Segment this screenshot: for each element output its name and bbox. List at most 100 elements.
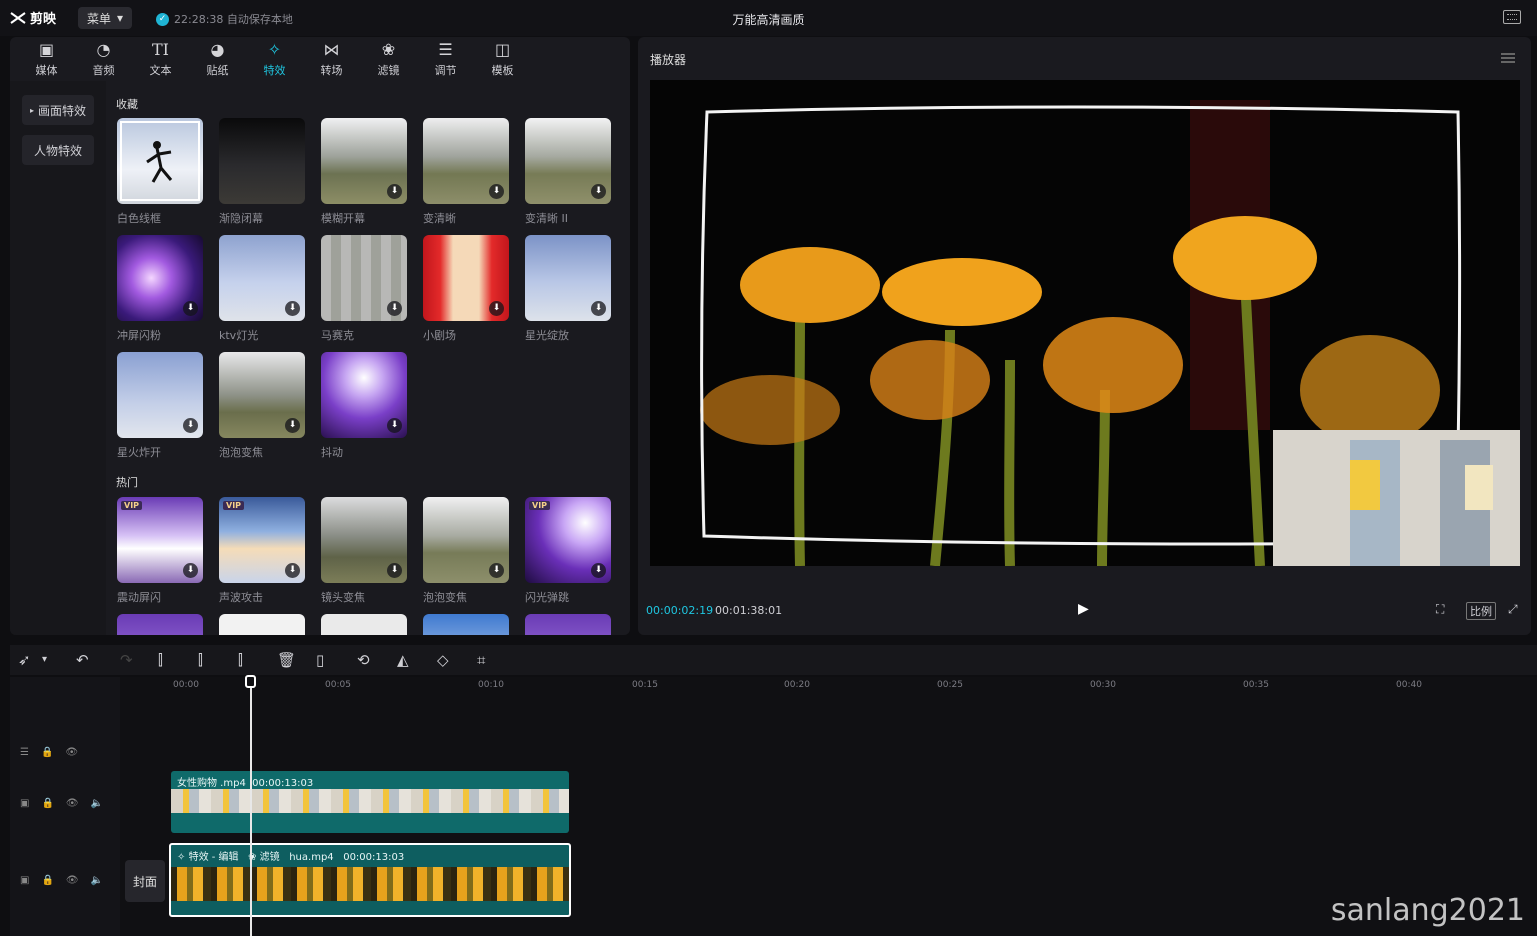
effect-card[interactable]: ⬇ 模糊开幕 (321, 118, 407, 226)
effect-card[interactable]: VIP ⬇ 震动屏闪 (117, 497, 203, 605)
fullscreen-crop-icon[interactable]: ⛶ (1436, 602, 1444, 617)
tab-audio[interactable]: ◔ 音频 (75, 37, 132, 81)
download-icon[interactable]: ⬇ (183, 418, 198, 433)
download-icon[interactable]: ⬇ (489, 563, 504, 578)
split-right-icon[interactable]: ⫿ (238, 651, 243, 669)
reverse-icon[interactable]: ⟲ (357, 651, 370, 669)
effect-thumbnail (423, 614, 509, 635)
cover-button[interactable]: 封面 (125, 860, 165, 902)
expand-icon[interactable]: ⤢ (1508, 602, 1518, 617)
delete-icon[interactable]: 🗑 (277, 651, 296, 669)
effect-card[interactable]: ⬇ ktv灯光 (219, 235, 305, 343)
effect-card[interactable]: ⬇ 冲屏闪粉 (117, 235, 203, 343)
player-title: 播放器 (650, 53, 687, 67)
effect-card-partial[interactable] (525, 614, 611, 635)
select-cursor-icon[interactable]: ➶ (18, 651, 31, 669)
top-bar: 剪映 菜单 ▾ ✓ 22:28:38 自动保存本地 万能高清画质 (0, 0, 1537, 36)
tab-sticker[interactable]: ◕ 贴纸 (189, 37, 246, 81)
download-icon[interactable]: ⬇ (387, 301, 402, 316)
mirror-icon[interactable]: ◭ (397, 651, 409, 669)
redo-icon[interactable]: ↷ (120, 651, 133, 669)
effect-card-partial[interactable] (321, 614, 407, 635)
effect-card[interactable]: ⬇ 星火炸开 (117, 352, 203, 460)
effect-card-partial[interactable] (219, 614, 305, 635)
tab-template[interactable]: ◫ 模板 (474, 37, 531, 81)
download-icon[interactable]: ⬇ (183, 563, 198, 578)
playhead[interactable] (250, 677, 252, 936)
speaker-icon[interactable]: 🔈 (91, 798, 103, 809)
audio-icon: ◔ (96, 39, 111, 59)
effect-thumbnail: ⬇ (423, 497, 509, 583)
category-tabs: ▣ 媒体 ◔ 音频 TI 文本 ◕ 贴纸 ✧ 特效 ⋈ 转场 ❀ 滤镜 ☰ 调节 ◫ 模板 (10, 37, 630, 81)
tab-media[interactable]: ▣ 媒体 (18, 37, 75, 81)
download-icon[interactable]: ⬇ (489, 301, 504, 316)
tick-label: 00:35 (1243, 680, 1269, 690)
clip-filmstrip (171, 789, 569, 813)
eye-icon[interactable]: 👁 (66, 875, 79, 886)
pip-clip[interactable]: 女性购物 .mp4 00:00:13:03 (171, 771, 569, 833)
effect-label: 渐隐闭幕 (219, 212, 263, 225)
effect-card[interactable]: ⬇ 镜头变焦 (321, 497, 407, 605)
effect-card-partial[interactable] (423, 614, 509, 635)
effect-card[interactable]: ⬇ 小剧场 (423, 235, 509, 343)
download-icon[interactable]: ⬇ (183, 301, 198, 316)
tab-text[interactable]: TI 文本 (132, 37, 189, 81)
download-icon[interactable]: ⬇ (285, 563, 300, 578)
playhead-handle[interactable] (245, 675, 256, 688)
rotate-icon[interactable]: ◇ (437, 651, 449, 669)
speaker-icon[interactable]: 🔈 (91, 875, 103, 886)
sidebar-item-person-effects[interactable]: 人物特效 (22, 135, 94, 165)
tab-filter[interactable]: ❀ 滤镜 (360, 37, 417, 81)
crop-icon[interactable]: ⌗ (477, 651, 485, 669)
download-icon[interactable]: ⬇ (387, 563, 402, 578)
effect-card[interactable]: VIP ⬇ 声波攻击 (219, 497, 305, 605)
lock-icon[interactable]: 🔒 (41, 747, 53, 758)
eye-icon[interactable]: 👁 (66, 798, 79, 809)
effect-card[interactable]: ⬇ 变清晰 II (525, 118, 611, 226)
effect-card[interactable]: ⬇ 泡泡变焦 (219, 352, 305, 460)
effect-card[interactable]: ⬇ 抖动 (321, 352, 407, 460)
tab-label: 音频 (92, 63, 115, 77)
effect-card[interactable]: 白色线框 (117, 118, 203, 226)
effect-card[interactable]: VIP ⬇ 闪光弹跳 (525, 497, 611, 605)
chevron-down-icon[interactable]: ▾ (42, 651, 47, 669)
main-clip[interactable]: ✧ 特效 - 编辑 ❀ 滤镜 hua.mp4 00:00:13:03 (169, 843, 571, 917)
effect-card[interactable]: ⬇ 泡泡变焦 (423, 497, 509, 605)
freeze-frame-icon[interactable]: ▯ (316, 651, 324, 669)
video-preview[interactable] (650, 80, 1520, 567)
effect-label: 镜头变焦 (321, 591, 365, 604)
download-icon[interactable]: ⬇ (591, 301, 606, 316)
lock-icon[interactable]: 🔒 (41, 875, 53, 886)
effect-card-partial[interactable] (117, 614, 203, 635)
tab-transition[interactable]: ⋈ 转场 (303, 37, 360, 81)
download-icon[interactable]: ⬇ (489, 184, 504, 199)
keyboard-shortcuts-icon[interactable] (1503, 10, 1521, 24)
download-icon[interactable]: ⬇ (387, 184, 402, 199)
sidebar-item-screen-effects[interactable]: ▸ 画面特效 (22, 95, 94, 125)
effect-card[interactable]: ⬇ 马赛克 (321, 235, 407, 343)
effect-thumbnail (321, 614, 407, 635)
play-icon[interactable]: ▶ (1078, 601, 1089, 617)
ratio-button[interactable]: 比例 (1466, 602, 1496, 620)
lock-icon[interactable]: 🔒 (41, 798, 53, 809)
clip-filmstrip (171, 867, 569, 901)
effect-card[interactable]: 渐隐闭幕 (219, 118, 305, 226)
split-icon[interactable]: ⫿ (158, 651, 163, 669)
watermark: sanlang2021 (1330, 893, 1525, 928)
effect-label: 泡泡变焦 (219, 446, 263, 459)
eye-icon[interactable]: 👁 (65, 747, 78, 758)
download-icon[interactable]: ⬇ (591, 563, 606, 578)
tab-label: 滤镜 (377, 63, 400, 77)
download-icon[interactable]: ⬇ (285, 418, 300, 433)
download-icon[interactable]: ⬇ (591, 184, 606, 199)
split-left-icon[interactable]: ⫿ (198, 651, 203, 669)
player-menu-icon[interactable] (1501, 53, 1515, 63)
effect-card[interactable]: ⬇ 变清晰 (423, 118, 509, 226)
tab-adjust[interactable]: ☰ 调节 (417, 37, 474, 81)
undo-icon[interactable]: ↶ (76, 651, 89, 669)
download-icon[interactable]: ⬇ (285, 301, 300, 316)
effect-label: 变清晰 II (525, 212, 568, 225)
effect-card[interactable]: ⬇ 星光绽放 (525, 235, 611, 343)
tab-effects[interactable]: ✧ 特效 (246, 37, 303, 81)
download-icon[interactable]: ⬇ (387, 418, 402, 433)
